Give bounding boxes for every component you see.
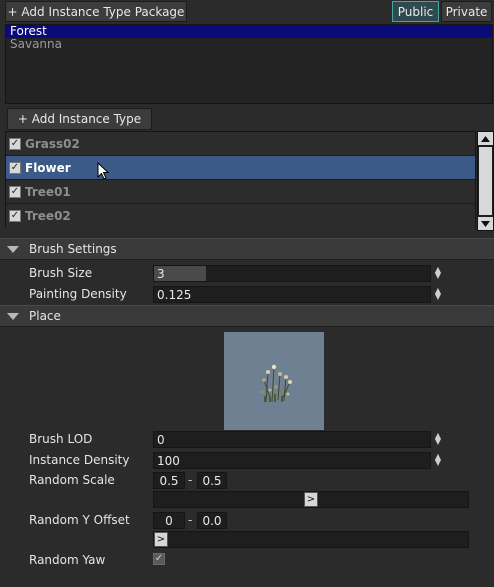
- random-yaw-label: Random Yaw: [29, 553, 106, 567]
- section-title: Place: [29, 309, 61, 323]
- random-scale-slider[interactable]: >: [153, 491, 469, 508]
- random-y-offset-min-value: 0: [165, 513, 173, 528]
- list-item[interactable]: ✓ Grass02: [6, 132, 475, 156]
- brush-settings-header[interactable]: Brush Settings: [0, 238, 494, 260]
- checkbox-flower[interactable]: ✓: [9, 161, 21, 174]
- random-yaw-checkbox[interactable]: ✓: [153, 553, 165, 565]
- brush-lod-value: 0: [157, 432, 165, 447]
- instance-type-list: ✓ Grass02 ✓ Flower ✓ Tree01 ✓ Tree02: [5, 131, 476, 228]
- instance-density-value: 100: [157, 453, 180, 468]
- random-y-offset-max-field[interactable]: 0.0: [197, 512, 227, 529]
- random-scale-max-value: 0.5: [202, 473, 222, 488]
- brush-size-value: 3: [157, 266, 165, 281]
- add-instance-type-package-button[interactable]: + Add Instance Type Package: [5, 1, 187, 22]
- arrow-down-icon: [481, 220, 490, 227]
- list-item[interactable]: ✓ Tree02: [6, 204, 475, 228]
- range-separator: -: [188, 473, 193, 487]
- random-y-offset-min-field[interactable]: 0: [153, 512, 185, 529]
- checkbox-tree02[interactable]: ✓: [9, 210, 21, 222]
- collapse-triangle-icon: [7, 312, 19, 320]
- random-scale-label: Random Scale: [29, 473, 115, 487]
- collapse-triangle-icon: [7, 245, 19, 253]
- painting-density-value: 0.125: [157, 287, 192, 302]
- package-item-savanna[interactable]: Savanna: [6, 38, 492, 51]
- package-item-forest[interactable]: Forest: [6, 25, 492, 38]
- random-y-offset-label: Random Y Offset: [29, 513, 130, 527]
- package-list: Forest Savanna: [5, 24, 493, 104]
- list-item[interactable]: ✓ Tree01: [6, 180, 475, 204]
- scroll-up-button[interactable]: [478, 132, 493, 145]
- instance-type-label: Flower: [25, 160, 71, 175]
- instance-density-label: Instance Density: [29, 453, 130, 467]
- instance-list-scrollbar[interactable]: [477, 131, 494, 231]
- painting-density-field[interactable]: 0.125: [153, 286, 431, 303]
- brush-size-field[interactable]: 3: [153, 265, 431, 282]
- brush-lod-field[interactable]: 0: [153, 431, 431, 448]
- random-scale-max-field[interactable]: 0.5: [197, 472, 227, 489]
- instance-preview-image: [224, 332, 324, 430]
- public-toggle-button[interactable]: Public: [392, 1, 439, 22]
- instance-type-label: Tree01: [25, 184, 71, 199]
- place-header[interactable]: Place: [0, 305, 494, 327]
- checkbox-grass02[interactable]: ✓: [9, 137, 21, 150]
- instance-density-spinner[interactable]: ▲ ▼: [433, 453, 443, 467]
- instance-density-field[interactable]: 100: [153, 452, 431, 469]
- random-scale-min-value: 0.5: [159, 473, 179, 488]
- list-item[interactable]: ✓ Flower: [6, 156, 475, 180]
- painting-density-label: Painting Density: [29, 287, 127, 301]
- scroll-thumb[interactable]: [479, 147, 492, 215]
- brush-size-spinner[interactable]: ▲ ▼: [433, 266, 443, 280]
- slider-arrow-icon: >: [306, 494, 316, 505]
- range-separator: -: [188, 513, 193, 527]
- instance-type-label: Grass02: [25, 136, 80, 151]
- arrow-up-icon: [481, 135, 490, 142]
- section-title: Brush Settings: [29, 242, 117, 256]
- brush-lod-spinner[interactable]: ▲ ▼: [433, 432, 443, 446]
- checkbox-tree01[interactable]: ✓: [9, 185, 21, 198]
- slider-handle[interactable]: >: [154, 532, 168, 547]
- random-y-offset-slider[interactable]: >: [153, 531, 469, 548]
- brush-lod-label: Brush LOD: [29, 432, 93, 446]
- slider-handle[interactable]: >: [304, 492, 318, 507]
- flower-preview-icon: [260, 364, 292, 403]
- brush-size-label: Brush Size: [29, 266, 93, 280]
- add-instance-type-button[interactable]: + Add Instance Type: [7, 108, 152, 130]
- private-toggle-button[interactable]: Private: [441, 1, 492, 22]
- painting-density-spinner[interactable]: ▲ ▼: [433, 287, 443, 301]
- instance-type-label: Tree02: [25, 209, 71, 223]
- mouse-cursor-icon: [97, 161, 109, 180]
- scroll-down-button[interactable]: [478, 217, 493, 230]
- slider-arrow-icon: >: [156, 534, 166, 545]
- random-y-offset-max-value: 0.0: [202, 513, 222, 528]
- random-scale-min-field[interactable]: 0.5: [153, 472, 185, 489]
